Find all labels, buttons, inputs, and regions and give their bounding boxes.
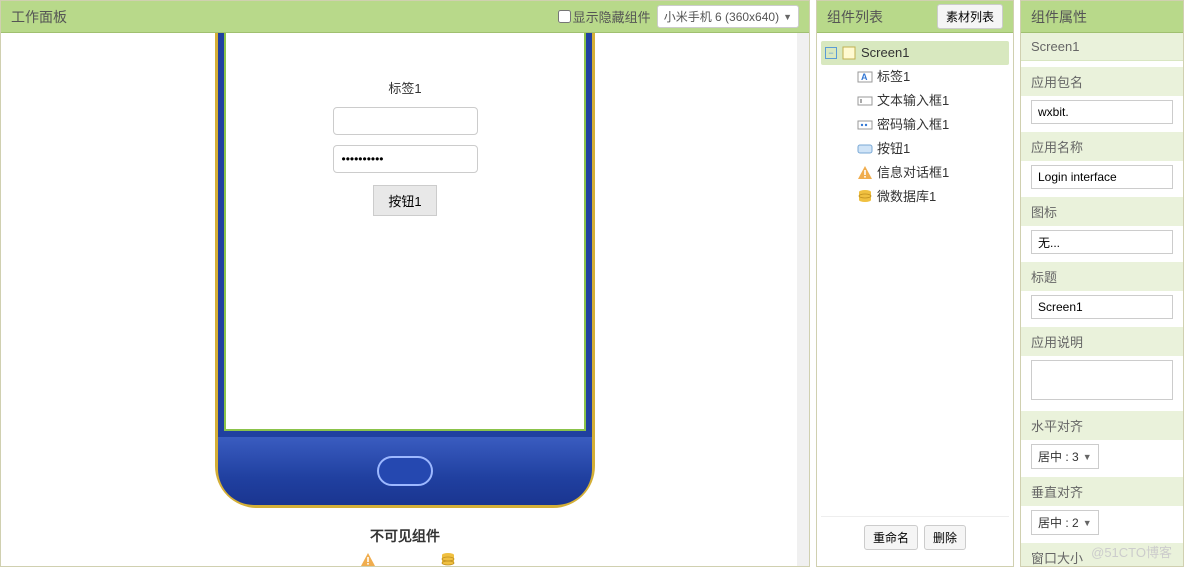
show-hidden-checkbox[interactable]: [558, 10, 571, 23]
show-hidden-checkbox-label[interactable]: 显示隐藏组件: [558, 7, 651, 26]
caret-down-icon: ▼: [1083, 518, 1092, 528]
valign-select[interactable]: 居中 : 2 ▼: [1031, 510, 1099, 535]
tree-item-label: 密码输入框1: [877, 115, 949, 135]
tree-item-textbox1[interactable]: 文本输入框1: [821, 89, 1009, 113]
tree-item-label: 文本输入框1: [877, 91, 949, 111]
work-panel-header: 工作面板 显示隐藏组件 小米手机 6 (360x640) ▼: [1, 1, 809, 33]
device-select-value: 小米手机 6 (360x640): [664, 8, 779, 25]
button-icon: [857, 141, 873, 157]
component-list-footer: 重命名 删除: [821, 516, 1009, 558]
warning-icon: [857, 165, 873, 181]
icon-input[interactable]: [1031, 230, 1173, 254]
scrollbar[interactable]: [797, 33, 809, 566]
component-list-header: 组件列表 素材列表: [817, 1, 1013, 33]
home-button-icon: [377, 456, 433, 486]
tree-item-button1[interactable]: 按钮1: [821, 137, 1009, 161]
password-input-1[interactable]: [333, 145, 478, 173]
caret-down-icon: ▼: [783, 12, 792, 22]
work-panel-body: 标签1 按钮1 不可见组件 信: [1, 33, 809, 566]
delete-button[interactable]: 删除: [924, 525, 966, 550]
screen-icon: [841, 45, 857, 61]
component-list-panel: 组件列表 素材列表 − Screen1 A 标签1 文本输入框1: [816, 0, 1014, 567]
svg-text:A: A: [861, 72, 868, 82]
winsize-label: 窗口大小: [1021, 543, 1183, 566]
selected-component-name: Screen1: [1021, 33, 1183, 61]
database-icon: [857, 189, 873, 205]
desc-label: 应用说明: [1021, 327, 1183, 356]
component-list-title: 组件列表: [827, 7, 883, 27]
property-panel-body: Screen1 应用包名 应用名称 图标 标题 应用说明: [1021, 33, 1183, 566]
phone-mockup: 标签1 按钮1: [215, 33, 595, 508]
textbox-icon: [857, 93, 873, 109]
desc-textarea[interactable]: [1031, 360, 1173, 400]
property-panel-title: 组件属性: [1031, 7, 1087, 27]
tree-item-label: 微数据库1: [877, 187, 936, 207]
tree-item-label: 信息对话框1: [877, 163, 949, 183]
valign-value: 居中 : 2: [1038, 514, 1079, 531]
caret-down-icon: ▼: [1083, 452, 1092, 462]
tree-item-password1[interactable]: 密码输入框1: [821, 113, 1009, 137]
app-name-label: 应用名称: [1021, 132, 1183, 161]
rename-button[interactable]: 重命名: [864, 525, 918, 550]
component-tree: − Screen1 A 标签1 文本输入框1 密码输入框1: [817, 33, 1013, 566]
label-icon: A: [857, 69, 873, 85]
material-list-button[interactable]: 素材列表: [937, 4, 1003, 29]
tree-item-label: Screen1: [861, 43, 909, 63]
invisible-components-section: 不可见组件 信息对话框1 微数据库1: [334, 526, 475, 566]
halign-value: 居中 : 3: [1038, 448, 1079, 465]
icon-label: 图标: [1021, 197, 1183, 226]
valign-label: 垂直对齐: [1021, 477, 1183, 506]
tree-item-label: 按钮1: [877, 139, 910, 159]
invisible-item-database[interactable]: 微数据库1: [421, 552, 476, 566]
device-select[interactable]: 小米手机 6 (360x640) ▼: [657, 5, 799, 28]
halign-select[interactable]: 居中 : 3 ▼: [1031, 444, 1099, 469]
database-icon: [440, 552, 456, 566]
text-input-1[interactable]: [333, 107, 478, 135]
collapse-icon[interactable]: −: [825, 47, 837, 59]
title-input[interactable]: [1031, 295, 1173, 319]
invisible-components-title: 不可见组件: [334, 526, 475, 546]
work-panel: 工作面板 显示隐藏组件 小米手机 6 (360x640) ▼ 标签1: [0, 0, 810, 567]
button1[interactable]: 按钮1: [373, 185, 436, 216]
app-package-input[interactable]: [1031, 100, 1173, 124]
warning-icon: [360, 552, 376, 566]
halign-label: 水平对齐: [1021, 411, 1183, 440]
phone-screen[interactable]: 标签1 按钮1: [224, 33, 586, 431]
tree-item-dialog1[interactable]: 信息对话框1: [821, 161, 1009, 185]
work-panel-title: 工作面板: [11, 7, 67, 27]
show-hidden-text: 显示隐藏组件: [573, 7, 651, 26]
title-label: 标题: [1021, 262, 1183, 291]
app-name-input[interactable]: [1031, 165, 1173, 189]
property-panel-header: 组件属性: [1021, 1, 1183, 33]
password-icon: [857, 117, 873, 133]
phone-bottom-bar: [218, 437, 592, 505]
tree-item-label1[interactable]: A 标签1: [821, 65, 1009, 89]
property-panel: 组件属性 Screen1 应用包名 应用名称 图标 标题 应用说明: [1020, 0, 1184, 567]
tree-item-database1[interactable]: 微数据库1: [821, 185, 1009, 209]
invisible-item-dialog[interactable]: 信息对话框1: [334, 552, 401, 566]
tree-item-label: 标签1: [877, 67, 910, 87]
tree-item-screen1[interactable]: − Screen1: [821, 41, 1009, 65]
app-package-label: 应用包名: [1021, 67, 1183, 96]
label1[interactable]: 标签1: [388, 78, 421, 97]
